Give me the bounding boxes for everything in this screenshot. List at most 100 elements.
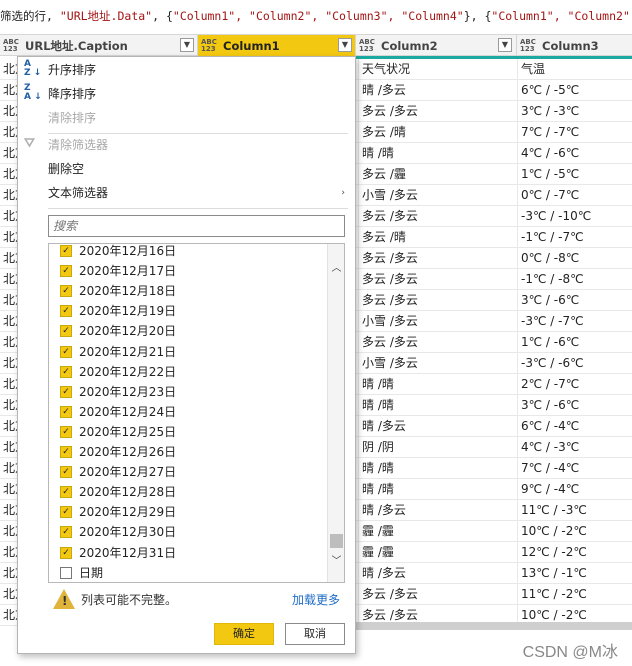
scroll-down-icon[interactable]: ﹀ [330, 552, 343, 567]
table-cell[interactable]: 北京 [0, 584, 18, 605]
table-cell[interactable]: 北京 [0, 500, 18, 521]
sort-ascending-item[interactable]: AZ ↓ 升序排序 [18, 58, 355, 82]
table-cell[interactable]: 晴 /晴 [358, 143, 516, 164]
checkbox[interactable]: ✓ [60, 466, 72, 479]
table-cell[interactable]: 北京 [0, 563, 18, 584]
table-cell[interactable]: 北京 [0, 206, 18, 227]
filter-list-item[interactable]: ✓ 2020年12月20日 [49, 321, 327, 341]
scrollbar-thumb[interactable] [330, 534, 343, 548]
table-cell[interactable]: 北京 [0, 521, 18, 542]
table-cell[interactable]: 晴 /多云 [358, 416, 516, 437]
table-cell[interactable]: 多云 /多云 [358, 584, 516, 605]
table-cell[interactable]: 北京 [0, 101, 18, 122]
filter-list-item[interactable]: ✓ 2020年12月27日 [49, 462, 327, 482]
cancel-button[interactable]: 取消 [285, 623, 345, 645]
table-cell[interactable]: 多云 /多云 [358, 269, 516, 290]
table-cell[interactable]: 北京 [0, 605, 18, 626]
text-type-icon[interactable]: ABC 123 [201, 38, 219, 53]
table-cell[interactable]: 11℃ / -2℃ [517, 584, 632, 605]
table-cell[interactable]: 北京 [0, 332, 18, 353]
text-type-icon[interactable]: ABC 123 [359, 38, 377, 53]
search-input[interactable] [48, 215, 345, 237]
table-cell[interactable]: 多云 /霾 [358, 164, 516, 185]
table-cell[interactable]: 北京 [0, 59, 18, 80]
table-cell[interactable]: 北京 [0, 269, 18, 290]
load-more-link[interactable]: 加载更多 [292, 590, 340, 610]
table-cell[interactable]: -3℃ / -6℃ [517, 353, 632, 374]
table-cell[interactable]: 晴 /晴 [358, 374, 516, 395]
checkbox[interactable]: ✓ [60, 526, 72, 539]
column-header-caption[interactable]: ABC 123 URL地址.Caption ▼ [0, 35, 198, 56]
table-cell[interactable]: 北京 [0, 437, 18, 458]
table-cell[interactable]: -1℃ / -7℃ [517, 227, 632, 248]
filter-list-item[interactable]: 日期 [49, 563, 327, 582]
table-cell[interactable]: 北京 [0, 122, 18, 143]
checkbox[interactable]: ✓ [60, 325, 72, 338]
filter-list-item[interactable]: ✓ 2020年12月18日 [49, 281, 327, 301]
formula-bar[interactable]: 筛选的行, "URL地址.Data", {"Column1", "Column2… [0, 0, 632, 34]
table-cell[interactable]: 多云 /晴 [358, 122, 516, 143]
filter-list-item[interactable]: ✓ 2020年12月24日 [49, 402, 327, 422]
table-cell[interactable]: 北京 [0, 248, 18, 269]
table-cell[interactable]: 多云 /多云 [358, 248, 516, 269]
table-cell[interactable]: 北京 [0, 374, 18, 395]
filter-list-item[interactable]: ✓ 2020年12月19日 [49, 301, 327, 321]
checkbox[interactable]: ✓ [60, 305, 72, 318]
table-cell[interactable]: 多云 /多云 [358, 332, 516, 353]
filter-list-item[interactable]: ✓ 2020年12月30日 [49, 522, 327, 542]
table-cell[interactable]: -1℃ / -8℃ [517, 269, 632, 290]
checkbox[interactable]: ✓ [60, 345, 72, 358]
scroll-up-icon[interactable]: ︿ [330, 259, 343, 274]
table-cell[interactable]: 4℃ / -3℃ [517, 437, 632, 458]
column-header-column1[interactable]: ABC 123 Column1 ▼ [198, 35, 356, 56]
sort-descending-item[interactable]: ZA ↓ 降序排序 [18, 82, 355, 106]
table-cell[interactable]: -3℃ / -7℃ [517, 311, 632, 332]
filter-list-item[interactable]: ✓ 2020年12月22日 [49, 362, 327, 382]
table-cell[interactable]: 0℃ / -7℃ [517, 185, 632, 206]
table-cell[interactable]: 北京 [0, 416, 18, 437]
table-cell[interactable]: -3℃ / -10℃ [517, 206, 632, 227]
checkbox[interactable]: ✓ [60, 506, 72, 519]
clear-filter-item[interactable]: ⛛ 清除筛选器 [18, 133, 355, 157]
table-cell[interactable]: 9℃ / -4℃ [517, 479, 632, 500]
filter-dropdown-button[interactable]: ▼ [180, 38, 194, 52]
table-cell[interactable]: 7℃ / -7℃ [517, 122, 632, 143]
checkbox[interactable]: ✓ [60, 285, 72, 298]
table-cell[interactable]: 1℃ / -5℃ [517, 164, 632, 185]
table-cell[interactable]: 13℃ / -1℃ [517, 563, 632, 584]
table-cell[interactable]: 3℃ / -6℃ [517, 395, 632, 416]
table-cell[interactable]: 北京 [0, 479, 18, 500]
table-cell[interactable]: 晴 /晴 [358, 395, 516, 416]
table-cell[interactable]: 2℃ / -7℃ [517, 374, 632, 395]
column-header-column2[interactable]: ABC 123 Column2 ▼ [356, 35, 517, 56]
text-type-icon[interactable]: ABC 123 [3, 38, 21, 53]
table-cell[interactable]: 晴 /多云 [358, 563, 516, 584]
table-cell[interactable]: 晴 /多云 [358, 80, 516, 101]
table-cell[interactable]: 霾 /霾 [358, 521, 516, 542]
table-cell[interactable]: 北京 [0, 311, 18, 332]
checkbox[interactable]: ✓ [60, 425, 72, 438]
vertical-scrollbar[interactable]: ︿ ﹀ [327, 244, 344, 582]
ok-button[interactable]: 确定 [214, 623, 274, 645]
filter-dropdown-button[interactable]: ▼ [498, 38, 512, 52]
table-cell[interactable]: 3℃ / -6℃ [517, 290, 632, 311]
table-cell[interactable]: 北京 [0, 164, 18, 185]
table-cell[interactable]: 气温 [517, 59, 632, 80]
filter-list-item[interactable]: ✓ 2020年12月29日 [49, 502, 327, 522]
table-cell[interactable]: 阴 /阴 [358, 437, 516, 458]
text-type-icon[interactable]: ABC 123 [520, 38, 538, 53]
table-cell[interactable]: 北京 [0, 542, 18, 563]
table-cell[interactable]: 多云 /多云 [358, 101, 516, 122]
table-cell[interactable]: 北京 [0, 80, 18, 101]
checkbox[interactable]: ✓ [60, 486, 72, 499]
table-cell[interactable]: 天气状况 [358, 59, 516, 80]
checkbox[interactable]: ✓ [60, 446, 72, 458]
filter-list-item[interactable]: ✓ 2020年12月28日 [49, 482, 327, 502]
table-cell[interactable]: 小雪 /多云 [358, 353, 516, 374]
filter-list-item[interactable]: ✓ 2020年12月16日 [49, 244, 327, 261]
table-cell[interactable]: 4℃ / -6℃ [517, 143, 632, 164]
filter-list-item[interactable]: ✓ 2020年12月21日 [49, 342, 327, 362]
filter-list-item[interactable]: ✓ 2020年12月17日 [49, 261, 327, 281]
table-cell[interactable]: 晴 /多云 [358, 500, 516, 521]
filter-dropdown-button[interactable]: ▼ [338, 38, 352, 52]
